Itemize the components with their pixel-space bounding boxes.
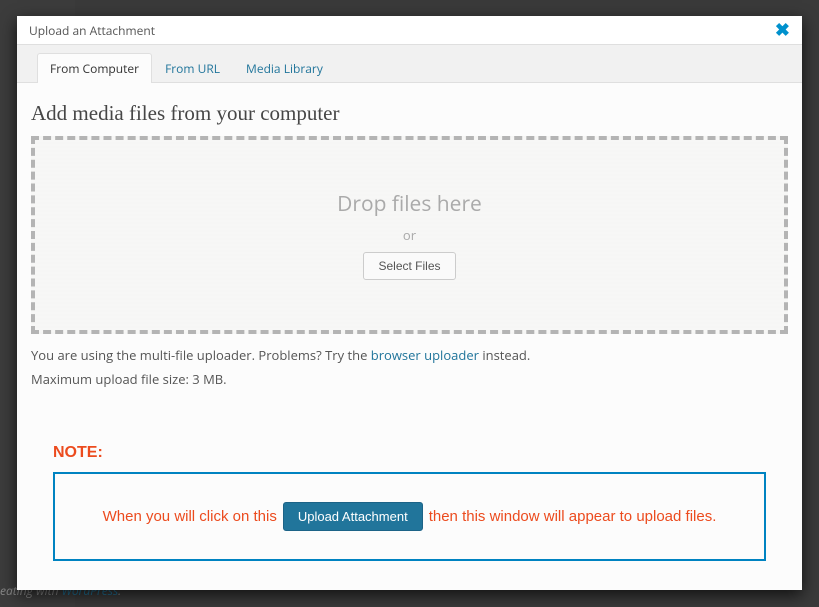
browser-uploader-link[interactable]: browser uploader bbox=[371, 346, 479, 364]
note-text-after: then this window will appear to upload f… bbox=[429, 508, 717, 525]
upload-attachment-button[interactable]: Upload Attachment bbox=[283, 502, 423, 531]
note-section: NOTE: When you will click on this Upload… bbox=[31, 444, 788, 561]
helper-prefix: You are using the multi-file uploader. P… bbox=[31, 346, 371, 364]
drop-files-text: Drop files here bbox=[337, 190, 482, 218]
dropzone[interactable]: Drop files here or Select Files bbox=[31, 136, 788, 334]
or-text: or bbox=[403, 226, 416, 244]
tab-from-computer[interactable]: From Computer bbox=[37, 53, 152, 83]
modal-header: Upload an Attachment ✖ bbox=[17, 16, 802, 45]
close-icon[interactable]: ✖ bbox=[775, 21, 790, 39]
tab-from-url[interactable]: From URL bbox=[152, 53, 233, 83]
uploader-helper-text: You are using the multi-file uploader. P… bbox=[31, 346, 788, 364]
note-box: When you will click on this Upload Attac… bbox=[53, 472, 766, 561]
page-heading: Add media files from your computer bbox=[31, 101, 788, 126]
max-upload-size-text: Maximum upload file size: 3 MB. bbox=[31, 370, 788, 388]
upload-modal: Upload an Attachment ✖ From Computer Fro… bbox=[17, 16, 802, 590]
tabstrip: From Computer From URL Media Library bbox=[17, 45, 802, 83]
modal-title: Upload an Attachment bbox=[29, 22, 155, 39]
note-text-before: When you will click on this bbox=[103, 508, 277, 525]
select-files-button[interactable]: Select Files bbox=[363, 252, 455, 280]
helper-suffix: instead. bbox=[479, 346, 530, 364]
modal-body: Add media files from your computer Drop … bbox=[17, 83, 802, 590]
tab-media-library[interactable]: Media Library bbox=[233, 53, 336, 83]
note-label: NOTE: bbox=[53, 444, 766, 462]
